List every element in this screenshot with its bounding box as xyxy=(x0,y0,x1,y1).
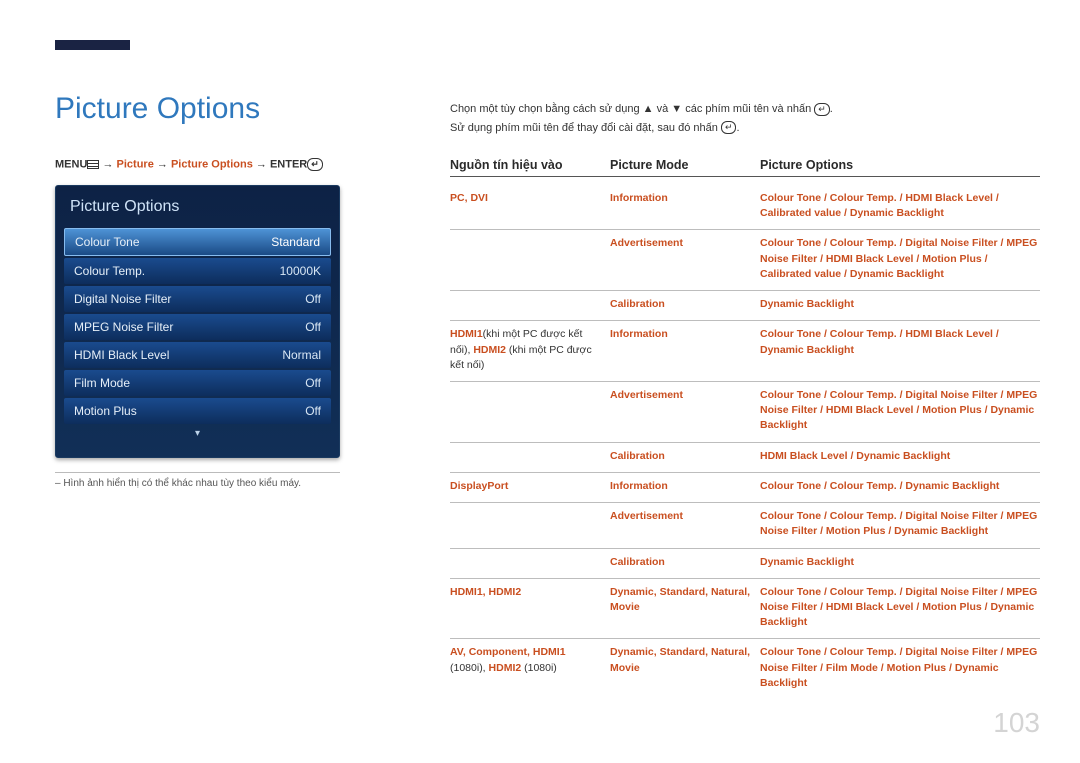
cell-source: PC, DVI xyxy=(450,191,610,221)
cell-options: Colour Tone / Colour Temp. / Dynamic Bac… xyxy=(760,479,1040,494)
arrow-icon: → xyxy=(256,158,270,170)
intro-part: Chọn một tùy chọn bằng cách sử dụng xyxy=(450,103,643,115)
cell-options: Colour Tone / Colour Temp. / Digital Noi… xyxy=(760,509,1040,539)
osd-label: MPEG Noise Filter xyxy=(74,320,173,334)
osd-row-hdmi-black-level[interactable]: HDMI Black Level Normal xyxy=(64,342,331,368)
cell-source xyxy=(450,388,610,434)
intro-text: Chọn một tùy chọn bằng cách sử dụng ▲ và… xyxy=(450,100,1040,137)
cell-source xyxy=(450,236,610,282)
cell-options: Colour Tone / Colour Temp. / HDMI Black … xyxy=(760,327,1040,373)
table-row: Calibration Dynamic Backlight xyxy=(450,549,1040,579)
cell-mode: Calibration xyxy=(610,297,760,312)
table-row: PC, DVI Information Colour Tone / Colour… xyxy=(450,185,1040,230)
cell-mode: Information xyxy=(610,191,760,221)
cell-mode: Advertisement xyxy=(610,388,760,434)
table-row: HDMI1(khi một PC được kết nối), HDMI2 (k… xyxy=(450,321,1040,382)
options-table: Nguồn tín hiệu vào Picture Mode Picture … xyxy=(450,158,1040,699)
cell-source xyxy=(450,509,610,539)
cell-mode: Advertisement xyxy=(610,509,760,539)
cell-source: DisplayPort xyxy=(450,479,610,494)
cell-options: Colour Tone / Colour Temp. / Digital Noi… xyxy=(760,388,1040,434)
table-row: AV, Component, HDMI1 (1080i), HDMI2 (108… xyxy=(450,639,1040,699)
table-row: Advertisement Colour Tone / Colour Temp.… xyxy=(450,382,1040,443)
enter-icon: ↵ xyxy=(721,121,737,134)
cell-mode: Calibration xyxy=(610,449,760,464)
table-row: Advertisement Colour Tone / Colour Temp.… xyxy=(450,230,1040,291)
intro-part: Sử dụng phím mũi tên để thay đổi cài đặt… xyxy=(450,122,721,134)
table-row: Calibration Dynamic Backlight xyxy=(450,291,1040,321)
cell-options: Colour Tone / Colour Temp. / HDMI Black … xyxy=(760,191,1040,221)
th-options: Picture Options xyxy=(760,158,1040,172)
cell-options: HDMI Black Level / Dynamic Backlight xyxy=(760,449,1040,464)
cell-options: Colour Tone / Colour Temp. / Digital Noi… xyxy=(760,236,1040,282)
breadcrumb-enter: ENTER xyxy=(270,158,307,170)
divider xyxy=(55,472,340,473)
osd-row-digital-noise-filter[interactable]: Digital Noise Filter Off xyxy=(64,286,331,312)
osd-value: Normal xyxy=(282,348,321,362)
osd-value: Off xyxy=(305,404,321,418)
breadcrumb: MENU → Picture → Picture Options → ENTER… xyxy=(55,158,323,171)
cell-source xyxy=(450,297,610,312)
osd-panel: Picture Options Colour Tone Standard Col… xyxy=(55,185,340,458)
cell-mode: Calibration xyxy=(610,555,760,570)
osd-label: Colour Temp. xyxy=(74,264,145,278)
cell-source: HDMI1, HDMI2 xyxy=(450,585,610,631)
osd-row-motion-plus[interactable]: Motion Plus Off xyxy=(64,398,331,424)
cell-mode: Information xyxy=(610,327,760,373)
header-bar xyxy=(55,40,130,50)
th-source: Nguồn tín hiệu vào xyxy=(450,158,610,172)
cell-options: Dynamic Backlight xyxy=(760,555,1040,570)
table-header: Nguồn tín hiệu vào Picture Mode Picture … xyxy=(450,158,1040,177)
cell-source: AV, Component, HDMI1 (1080i), HDMI2 (108… xyxy=(450,645,610,691)
osd-value: 10000K xyxy=(280,264,321,278)
cell-mode: Dynamic, Standard, Natural, Movie xyxy=(610,645,760,691)
th-mode: Picture Mode xyxy=(610,158,760,172)
cell-options: Dynamic Backlight xyxy=(760,297,1040,312)
intro-part: . xyxy=(830,103,833,115)
enter-icon: ↵ xyxy=(307,158,323,171)
intro-part: các phím mũi tên và nhấn xyxy=(682,103,814,115)
osd-row-colour-temp[interactable]: Colour Temp. 10000K xyxy=(64,258,331,284)
chevron-down-icon[interactable]: ▾ xyxy=(64,428,331,439)
intro-part: và xyxy=(654,103,672,115)
arrow-icon: → xyxy=(102,158,116,170)
table-row: Calibration HDMI Black Level / Dynamic B… xyxy=(450,443,1040,473)
cell-source xyxy=(450,555,610,570)
footnote: – Hình ảnh hiển thị có thể khác nhau tùy… xyxy=(55,478,355,489)
table-row: DisplayPort Information Colour Tone / Co… xyxy=(450,473,1040,503)
osd-label: Film Mode xyxy=(74,376,130,390)
menu-icon xyxy=(87,160,99,169)
osd-label: HDMI Black Level xyxy=(74,348,169,362)
intro-part: . xyxy=(736,122,739,134)
osd-row-colour-tone[interactable]: Colour Tone Standard xyxy=(64,228,331,256)
cell-mode: Information xyxy=(610,479,760,494)
osd-label: Digital Noise Filter xyxy=(74,292,171,306)
breadcrumb-menu: MENU xyxy=(55,158,87,170)
osd-value: Off xyxy=(305,292,321,306)
table-row: Advertisement Colour Tone / Colour Temp.… xyxy=(450,503,1040,548)
osd-title: Picture Options xyxy=(64,194,331,226)
page-number: 103 xyxy=(993,707,1040,739)
cell-mode: Dynamic, Standard, Natural, Movie xyxy=(610,585,760,631)
cell-options: Colour Tone / Colour Temp. / Digital Noi… xyxy=(760,645,1040,691)
osd-label: Motion Plus xyxy=(74,404,137,418)
breadcrumb-picture: Picture xyxy=(117,158,154,170)
osd-value: Off xyxy=(305,376,321,390)
breadcrumb-picture-options: Picture Options xyxy=(171,158,253,170)
osd-label: Colour Tone xyxy=(75,235,140,249)
osd-row-mpeg-noise-filter[interactable]: MPEG Noise Filter Off xyxy=(64,314,331,340)
osd-value: Off xyxy=(305,320,321,334)
table-row: HDMI1, HDMI2 Dynamic, Standard, Natural,… xyxy=(450,579,1040,640)
cell-source: HDMI1(khi một PC được kết nối), HDMI2 (k… xyxy=(450,327,610,373)
osd-value: Standard xyxy=(271,235,320,249)
page-title: Picture Options xyxy=(55,92,260,126)
cell-mode: Advertisement xyxy=(610,236,760,282)
enter-icon: ↵ xyxy=(814,103,830,116)
cell-options: Colour Tone / Colour Temp. / Digital Noi… xyxy=(760,585,1040,631)
cell-source xyxy=(450,449,610,464)
arrow-icon: → xyxy=(157,158,171,170)
osd-row-film-mode[interactable]: Film Mode Off xyxy=(64,370,331,396)
